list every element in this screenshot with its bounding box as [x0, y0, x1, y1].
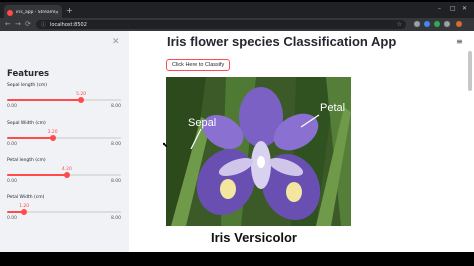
main-content: Iris flower species Classification App ≡…: [129, 31, 474, 252]
slider-min: 0.00: [7, 142, 18, 147]
slider-max: 8.00: [110, 142, 121, 147]
slider-fill: [7, 174, 67, 176]
bottom-letterbox: [0, 252, 474, 266]
extension-icon[interactable]: [424, 21, 430, 27]
slider-min: 0.00: [7, 179, 18, 184]
slider-thumb[interactable]: [49, 135, 56, 141]
slider-thumb[interactable]: [21, 209, 28, 215]
tab-title: iris_app · Streamlit: [16, 10, 55, 15]
hamburger-menu-icon[interactable]: ≡: [456, 37, 463, 46]
slider-thumb[interactable]: [63, 172, 70, 178]
browser-toolbar: ← → ⟳ ⓘ localhost:8502 ☆: [0, 18, 474, 31]
forward-icon[interactable]: →: [15, 20, 21, 29]
slider-min: 0.00: [7, 104, 18, 109]
slider-petal-width: Petal Width (cm) 1.20 0.00 8.00: [7, 195, 121, 225]
slider-max: 8.00: [110, 216, 121, 221]
extension-icon[interactable]: [434, 21, 440, 27]
screen: iris_app · Streamlit ✕ + – □ ✕ ← → ⟳ ⓘ l…: [0, 0, 474, 266]
maximize-button[interactable]: □: [450, 5, 456, 12]
streamlit-favicon-icon: [7, 9, 13, 16]
slider-petal-length: Petal length (cm) 4.20 0.00 8.00: [7, 158, 121, 188]
extension-icon[interactable]: [444, 21, 450, 27]
new-tab-button[interactable]: +: [66, 7, 73, 15]
slider-track[interactable]: [7, 172, 121, 178]
prediction-result: Iris Versicolor: [211, 230, 297, 245]
slider-track[interactable]: [7, 135, 121, 141]
extension-icon[interactable]: [414, 21, 420, 27]
mouse-cursor-icon: ⬉: [162, 141, 168, 149]
browser-tabbar: iris_app · Streamlit ✕ + – □ ✕: [0, 0, 474, 20]
slider-thumb[interactable]: [78, 97, 85, 103]
slider-min: 0.00: [7, 216, 18, 221]
profile-avatar[interactable]: [456, 21, 462, 27]
slider-sepal-width: Sepal Width (cm) 3.20 0.00 8.00: [7, 121, 121, 151]
classify-button[interactable]: Click Here to Classify: [166, 59, 231, 71]
address-bar[interactable]: ⓘ localhost:8502 ☆: [36, 20, 406, 29]
slider-label: Sepal Width (cm): [7, 121, 46, 126]
page-title: Iris flower species Classification App: [167, 34, 397, 49]
slider-label: Petal length (cm): [7, 158, 46, 163]
bookmark-star-icon[interactable]: ☆: [397, 20, 402, 29]
slider-track[interactable]: [7, 97, 121, 103]
slider-fill: [7, 99, 82, 101]
sidebar: ✕ Features Sepal length (cm) 5.20 0.00 8…: [0, 31, 129, 252]
slider-max: 8.00: [110, 104, 121, 109]
url-text: localhost:8502: [50, 21, 87, 28]
minimize-button[interactable]: –: [438, 5, 441, 12]
slider-sepal-length: Sepal length (cm) 5.20 0.00 8.00: [7, 83, 121, 113]
slider-label: Petal Width (cm): [7, 195, 45, 200]
streamlit-app: ✕ Features Sepal length (cm) 5.20 0.00 8…: [0, 31, 474, 252]
sidebar-close-icon[interactable]: ✕: [112, 37, 120, 47]
petal-label: Petal: [320, 102, 345, 114]
iris-flower-image: Sepal Petal: [166, 77, 351, 226]
slider-label: Sepal length (cm): [7, 83, 48, 88]
sepal-label: Sepal: [188, 117, 216, 129]
tab-close-icon[interactable]: ✕: [55, 10, 59, 16]
scrollbar[interactable]: [468, 51, 472, 91]
slider-fill: [7, 137, 53, 139]
sidebar-heading: Features: [7, 69, 50, 79]
reload-icon[interactable]: ⟳: [25, 20, 31, 29]
info-icon: ⓘ: [41, 22, 47, 28]
slider-max: 8.00: [110, 179, 121, 184]
slider-track[interactable]: [7, 209, 121, 215]
close-window-button[interactable]: ✕: [462, 5, 467, 12]
back-icon[interactable]: ←: [5, 20, 11, 29]
